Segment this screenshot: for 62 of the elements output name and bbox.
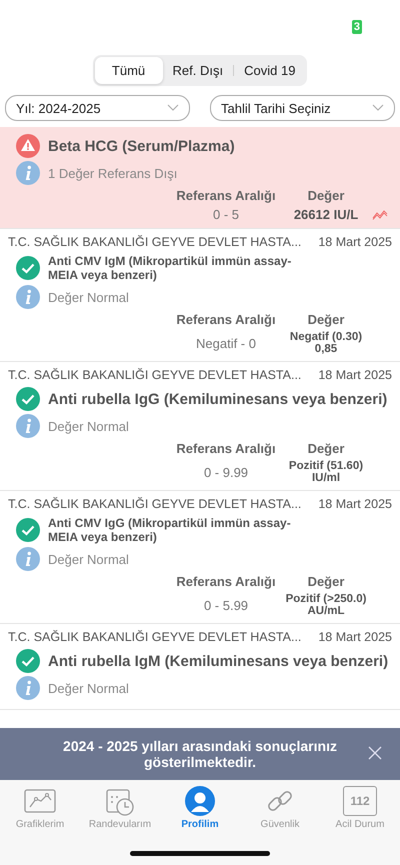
info-icon	[16, 285, 40, 309]
hospital-name: T.C. SAĞLIK BAKANLIĞI GEYVE DEVLET HASTA...	[8, 497, 302, 511]
result-value: Pozitif (51.60) IU/ml	[288, 460, 364, 484]
test-name: Anti CMV IgG (Mikropartikül immün assay-MEIA veya benzeri)	[48, 516, 292, 544]
status-text: Değer Normal	[48, 290, 129, 304]
result-date: 18 Mart 2025	[318, 368, 392, 382]
result-card[interactable]: T.C. SAĞLIK BAKANLIĞI GEYVE DEVLET HASTA... 18 Mart 2025 Anti CMV IgM (Mikropartikül immün assay-MEIA veya benzeri) Değer Normal Referans Aralığı Değer Negatif - 0 Negatif (0.30) 0,85	[0, 229, 400, 362]
hospital-name: T.C. SAĞLIK BAKANLIĞI GEYVE DEVLET HASTA...	[8, 630, 302, 644]
result-date: 18 Mart 2025	[318, 497, 392, 511]
status-text: Değer Normal	[48, 418, 129, 434]
status-badge: 3	[352, 20, 362, 34]
hospital-name: T.C. SAĞLIK BAKANLIĞI GEYVE DEVLET HASTA...	[8, 368, 302, 382]
result-card[interactable]: T.C. SAĞLIK BAKANLIĞI GEYVE DEVLET HASTA... 18 Mart 2025 Anti rubella IgG (Kemiluminesans veya benzeri) Değer Normal Referans Aralığı Değer 0 - 9.99 Pozitif (51.60) IU/ml	[0, 362, 400, 491]
test-name: Beta HCG (Serum/Plazma)	[48, 138, 235, 154]
info-icon	[16, 414, 40, 438]
segment-tab[interactable]: Tümü	[94, 57, 163, 84]
trend-icon[interactable]	[372, 210, 388, 220]
dropdown[interactable]: Yıl: 2024-2025	[5, 95, 190, 121]
result-card[interactable]: Beta HCG (Serum/Plazma) 1 Değer Referans Dışı Referans Aralığı Değer 0 - 5 26612 IU/L	[0, 127, 400, 229]
status-text: Değer Normal	[48, 552, 129, 566]
warning-icon	[16, 134, 40, 158]
info-icon	[16, 547, 40, 571]
info-icon	[16, 161, 40, 185]
check-icon	[16, 387, 40, 411]
segment-tab[interactable]: Covid 19	[234, 57, 306, 84]
person-icon	[183, 786, 217, 816]
result-value: Pozitif (>250.0) AU/mL	[284, 593, 368, 617]
column-header: Referans Aralığı	[175, 574, 277, 589]
info-icon	[16, 676, 40, 700]
column-header: Referans Aralığı	[175, 188, 277, 203]
test-name: Anti rubella IgM (Kemiluminesans veya benzeri)	[48, 652, 388, 670]
dropdown[interactable]: Tahlil Tarihi Seçiniz	[210, 95, 395, 121]
test-name: Anti CMV IgM (Mikropartikül immün assay-MEIA veya benzeri)	[48, 254, 292, 282]
column-header: Referans Aralığı	[175, 312, 277, 327]
check-icon	[16, 649, 40, 673]
check-icon	[16, 518, 40, 542]
reference-range: 0 - 5.99	[202, 598, 250, 612]
reference-range: Negatif - 0	[195, 336, 257, 350]
reference-range: 0 - 5	[212, 207, 240, 222]
column-header: Referans Aralığı	[175, 441, 277, 456]
segment-tab[interactable]: Ref. Dışı	[162, 57, 234, 84]
column-header: Değer	[306, 574, 346, 589]
chevron-down-icon	[372, 104, 384, 112]
result-date: 18 Mart 2025	[318, 630, 392, 644]
column-header: Değer	[306, 312, 346, 327]
column-header: Değer	[306, 441, 346, 456]
result-value: 26612 IU/L	[292, 207, 360, 222]
column-header: Değer	[306, 188, 346, 203]
result-date: 18 Mart 2025	[318, 235, 392, 249]
result-card[interactable]: T.C. SAĞLIK BAKANLIĞI GEYVE DEVLET HASTA... 18 Mart 2025 Anti rubella IgM (Kemiluminesans veya benzeri) Değer Normal	[0, 624, 400, 710]
close-icon[interactable]	[368, 746, 382, 760]
emergency-number-icon: 112	[343, 786, 377, 816]
status-text: Değer Normal	[48, 680, 129, 696]
chevron-down-icon	[167, 104, 179, 112]
banner-text: 2024 - 2025 yılları arasındaki sonuçlarınız gösterilmektedir.	[62, 738, 338, 770]
check-icon	[16, 256, 40, 280]
result-value: Negatif (0.30) 0,85	[288, 331, 364, 355]
status-text: 1 Değer Referans Dışı	[48, 166, 178, 180]
result-card[interactable]: T.C. SAĞLIK BAKANLIĞI GEYVE DEVLET HASTA... 18 Mart 2025 Anti CMV IgG (Mikropartikül immün assay-MEIA veya benzeri) Değer Normal Referans Aralığı Değer 0 - 5.99 Pozitif (>250.0) AU/mL	[0, 491, 400, 624]
test-name: Anti rubella IgG (Kemiluminesans veya benzeri)	[48, 390, 388, 408]
hospital-name: T.C. SAĞLIK BAKANLIĞI GEYVE DEVLET HASTA...	[8, 235, 302, 249]
reference-range: 0 - 9.99	[202, 464, 250, 480]
